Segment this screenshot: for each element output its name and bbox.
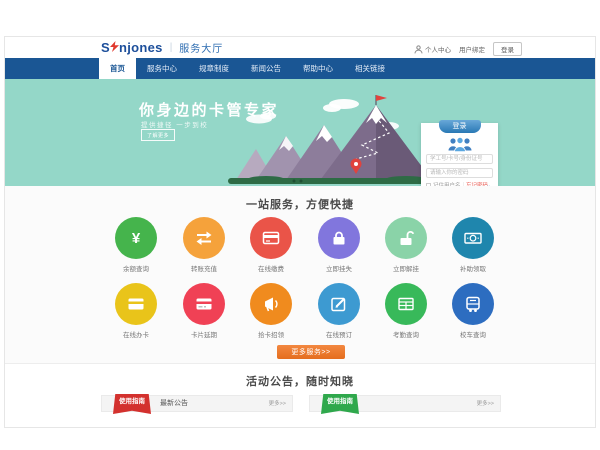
nav-item-home[interactable]: 首页 xyxy=(99,58,136,79)
service-report-loss[interactable]: 立即挂失 xyxy=(309,217,369,273)
hero-subtitle: 提供捷径 一步到校 xyxy=(141,119,208,129)
balance-circle: ¥ xyxy=(115,217,157,259)
service-cancel-loss[interactable]: 立即解挂 xyxy=(376,217,436,273)
service-attendance-query[interactable]: 考勤查询 xyxy=(376,283,436,339)
service-label: 在线缴费 xyxy=(241,263,301,273)
site-frame: S njones | 服务大厅 个人中心 用户绑定 登录 首页 服务中心 规章制… xyxy=(4,36,596,428)
service-label: 在线办卡 xyxy=(106,329,166,339)
bus-circle xyxy=(452,283,494,325)
topbar-login-button[interactable]: 登录 xyxy=(493,42,522,56)
password-input[interactable] xyxy=(426,168,493,178)
lock-open-icon xyxy=(397,229,415,247)
service-school-bus-query[interactable]: 校车查询 xyxy=(443,283,503,339)
service-apply-card[interactable]: 在线办卡 xyxy=(106,283,166,339)
edit-icon xyxy=(330,295,348,313)
service-balance-query[interactable]: ¥ 余额查询 xyxy=(106,217,166,273)
megaphone-icon xyxy=(262,295,280,313)
top-bar: S njones | 服务大厅 个人中心 用户绑定 登录 xyxy=(5,37,595,58)
more-link-right[interactable]: 更多>> xyxy=(477,396,494,412)
main-nav: 首页 服务中心 规章制度 新闻公告 帮助中心 相关链接 xyxy=(5,58,595,79)
nav-item-news[interactable]: 新闻公告 xyxy=(240,58,292,79)
hero-cta-button[interactable]: 了解更多 xyxy=(141,129,175,141)
nav-item-service-center[interactable]: 服务中心 xyxy=(136,58,188,79)
service-label: 卡片延期 xyxy=(174,329,234,339)
usage-guide-ribbon-red[interactable]: 使用指南 xyxy=(113,394,151,414)
yuan-icon: ¥ xyxy=(127,229,145,247)
service-card-extension[interactable]: 卡片延期 xyxy=(174,283,234,339)
nav-item-links[interactable]: 相关链接 xyxy=(344,58,396,79)
announcement-panel-left: 使用指南 最新公告 更多>> xyxy=(101,395,293,412)
personal-center-label: 个人中心 xyxy=(425,44,451,54)
services-heading: 一站服务，方便快捷 xyxy=(5,196,595,212)
service-label: 余额查询 xyxy=(106,263,166,273)
card-extension-circle xyxy=(183,283,225,325)
top-right-links: 个人中心 用户绑定 登录 xyxy=(414,42,522,56)
service-label: 立即挂失 xyxy=(309,263,369,273)
logo-text-prefix: S xyxy=(101,40,110,55)
services-section: 一站服务，方便快捷 ¥ 余额查询 转账充值 xyxy=(5,186,595,364)
logo-text-suffix: njones xyxy=(119,40,163,55)
service-transfer-recharge[interactable]: 转账充值 xyxy=(174,217,234,273)
service-label: 拾卡招领 xyxy=(241,329,301,339)
more-services-button[interactable]: 更多服务>> xyxy=(277,345,345,359)
attendance-circle xyxy=(385,283,427,325)
lost-found-circle xyxy=(250,283,292,325)
service-online-booking[interactable]: 在线预订 xyxy=(309,283,369,339)
apply-card-circle xyxy=(115,283,157,325)
user-binding-link[interactable]: 用户绑定 xyxy=(459,44,485,54)
service-label: 在线预订 xyxy=(309,329,369,339)
brand-logo[interactable]: S njones | 服务大厅 xyxy=(101,40,223,55)
transfer-arrows-icon xyxy=(195,229,213,247)
personal-center-link[interactable]: 个人中心 xyxy=(414,44,451,54)
card-stripe-icon xyxy=(195,295,213,313)
table-list-icon xyxy=(397,295,415,313)
nav-item-help-center[interactable]: 帮助中心 xyxy=(292,58,344,79)
more-link-left[interactable]: 更多>> xyxy=(269,396,286,412)
svg-text:¥: ¥ xyxy=(132,230,141,247)
service-label: 转账充值 xyxy=(174,263,234,273)
logo-lightning-icon xyxy=(110,41,119,52)
site-name: 服务大厅 xyxy=(179,40,223,55)
announcements-heading: 活动公告，随时知晓 xyxy=(5,373,595,389)
card-icon xyxy=(127,295,145,313)
booking-circle xyxy=(318,283,360,325)
service-label: 考勤查询 xyxy=(376,329,436,339)
bus-icon xyxy=(464,295,482,313)
announcement-panel-right: 使用指南 更多>> xyxy=(309,395,501,412)
transfer-circle xyxy=(183,217,225,259)
latest-announcements-tab[interactable]: 最新公告 xyxy=(160,396,188,412)
usage-guide-ribbon-green[interactable]: 使用指南 xyxy=(321,394,359,414)
unlock-circle xyxy=(385,217,427,259)
person-icon xyxy=(414,45,423,54)
users-icon xyxy=(447,136,473,152)
lock-circle xyxy=(318,217,360,259)
logo-divider: | xyxy=(170,42,173,53)
service-label: 补助领取 xyxy=(443,263,503,273)
mountain-illustration xyxy=(226,91,446,186)
user-binding-label: 用户绑定 xyxy=(459,44,485,54)
service-online-payment[interactable]: 在线缴费 xyxy=(241,217,301,273)
login-tab[interactable]: 登录 xyxy=(439,120,481,133)
payment-circle xyxy=(250,217,292,259)
service-label: 校车查询 xyxy=(443,329,503,339)
hero-banner: 你身边的卡管专家 提供捷径 一步到校 了解更多 xyxy=(5,79,595,186)
service-lost-found[interactable]: 拾卡招领 xyxy=(241,283,301,339)
banknote-icon xyxy=(464,229,482,247)
service-subsidy[interactable]: 补助领取 xyxy=(443,217,503,273)
announcements-section: 活动公告，随时知晓 使用指南 最新公告 更多>> 使用指南 更多>> xyxy=(5,364,595,428)
username-input[interactable] xyxy=(426,154,493,164)
lock-closed-icon xyxy=(330,229,348,247)
bank-card-icon xyxy=(262,229,280,247)
service-label: 立即解挂 xyxy=(376,263,436,273)
subsidy-circle xyxy=(452,217,494,259)
nav-item-rules[interactable]: 规章制度 xyxy=(188,58,240,79)
